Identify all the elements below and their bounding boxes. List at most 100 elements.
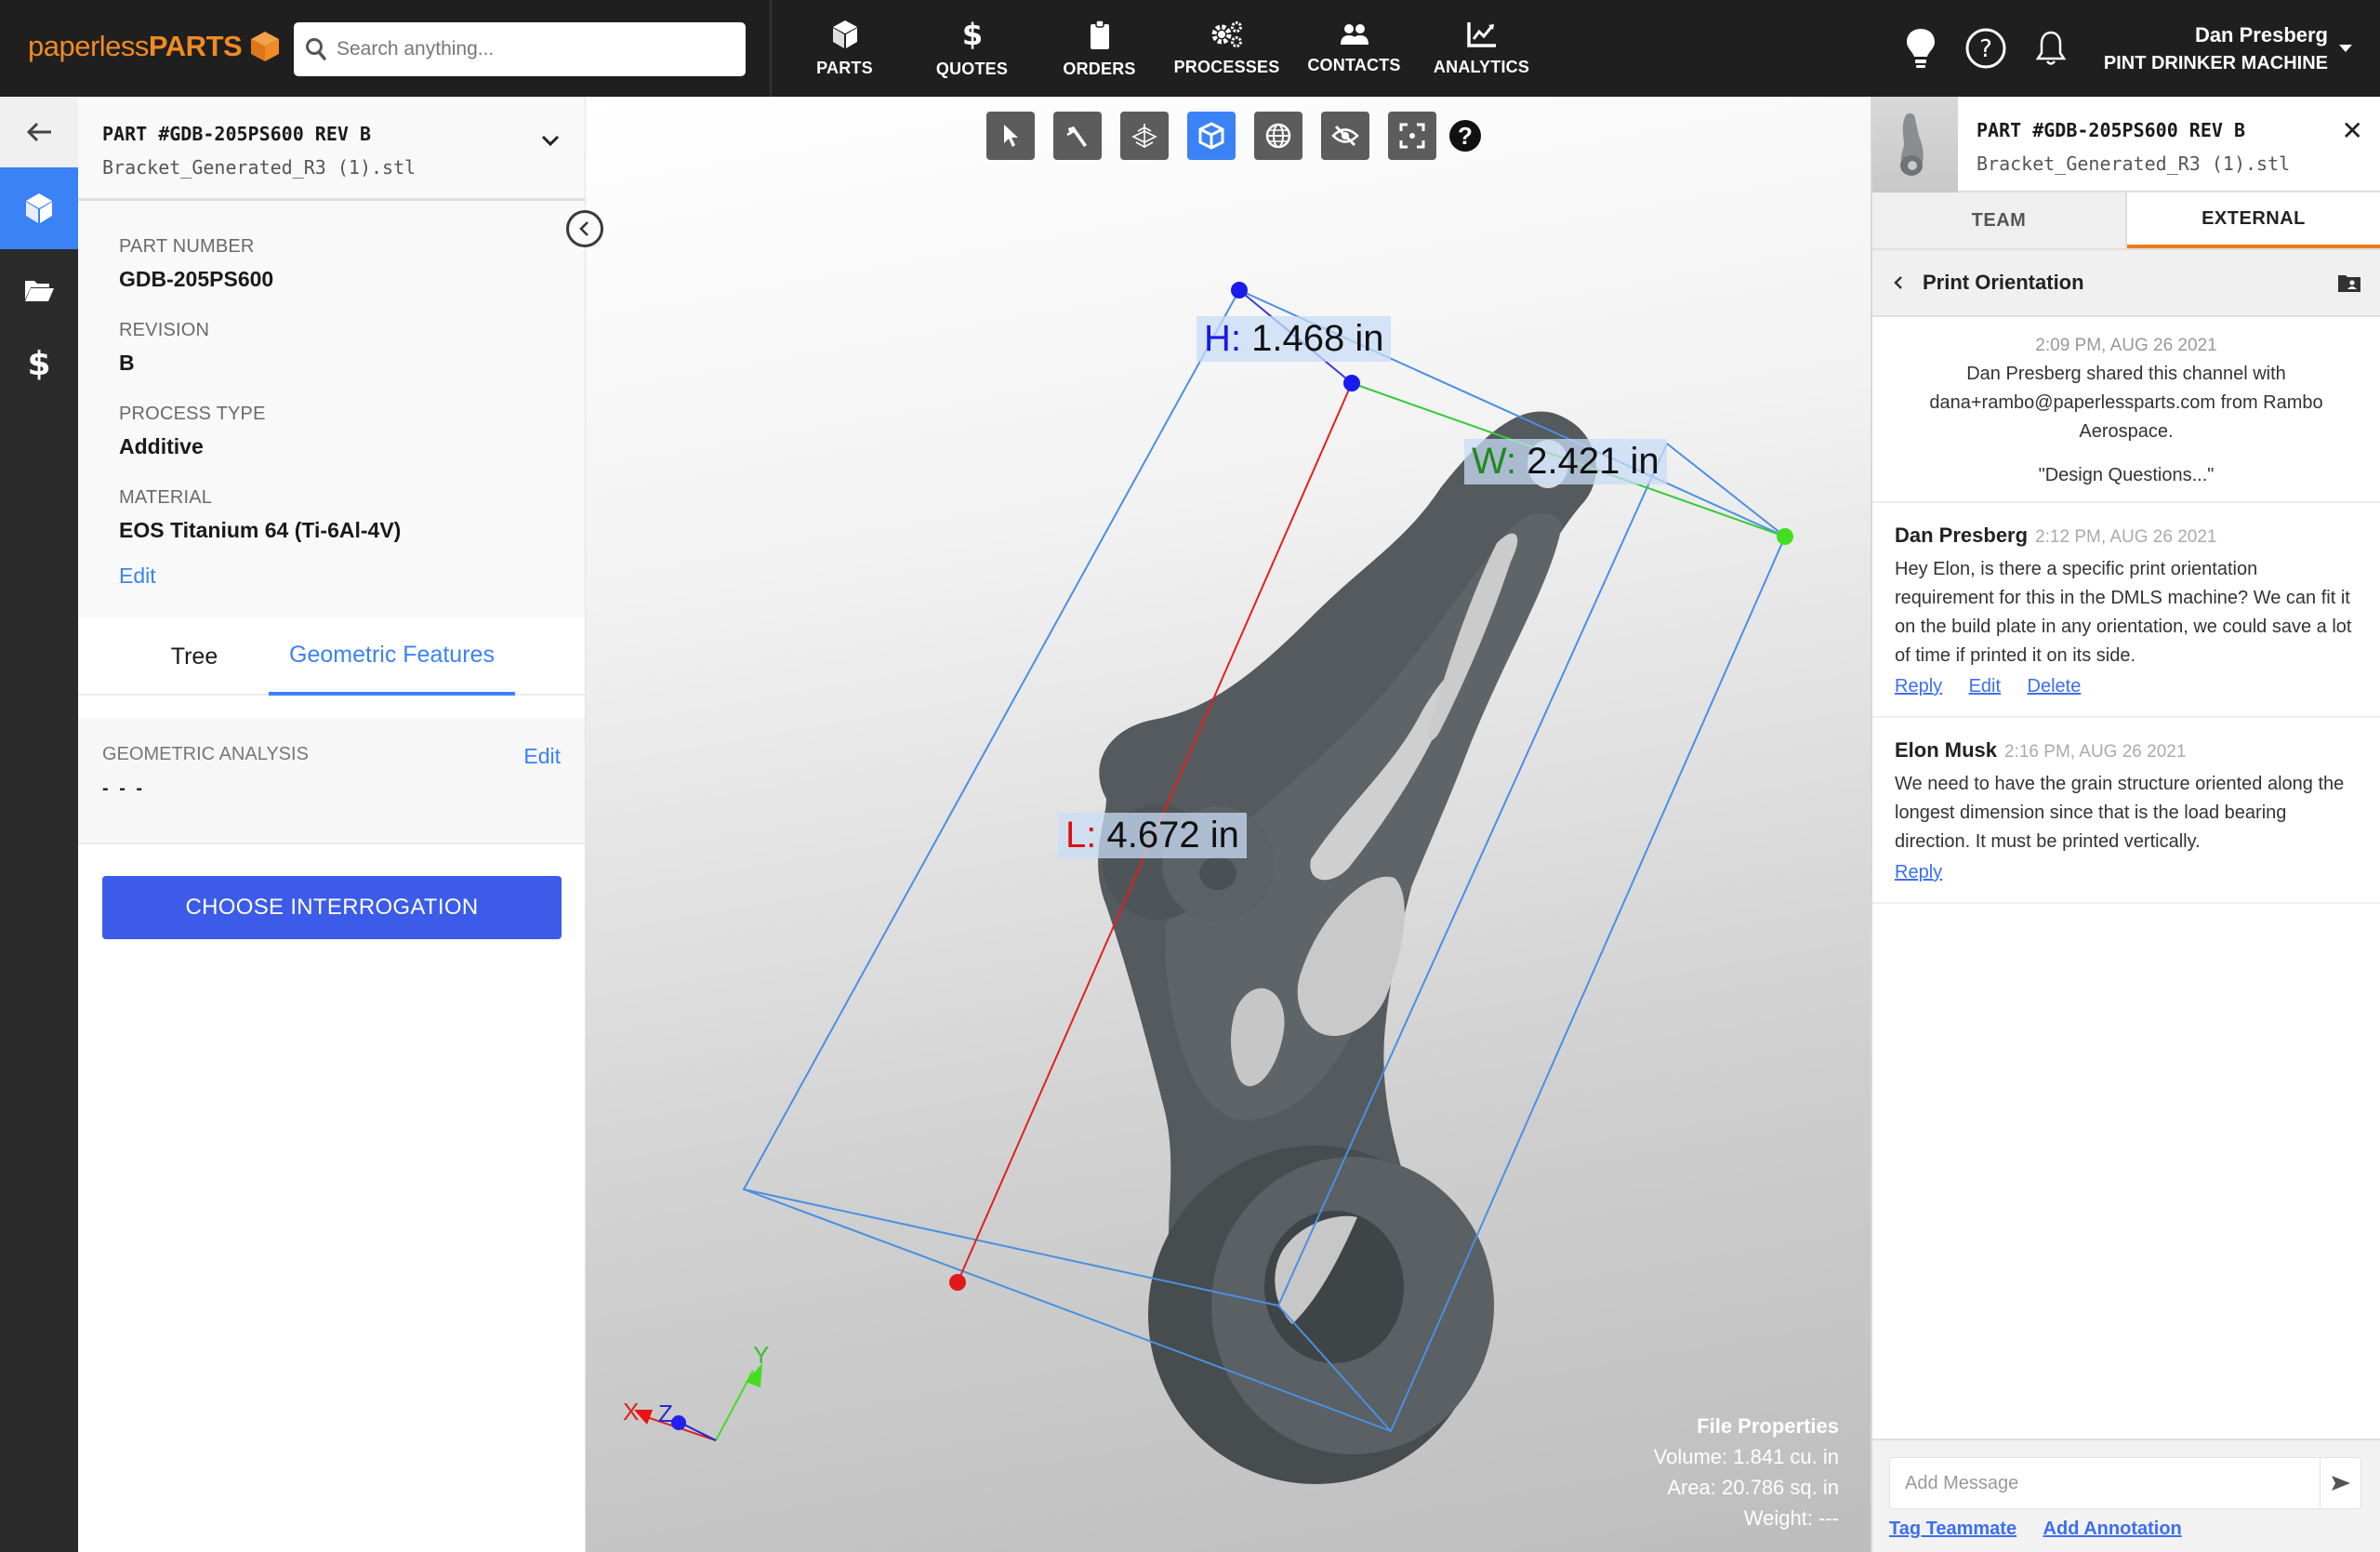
user-menu[interactable]: Dan Presberg PINT DRINKER MACHINE (2104, 23, 2328, 74)
svg-text:$: $ (28, 345, 50, 380)
nav-contacts[interactable]: CONTACTS (1290, 0, 1418, 97)
user-org: PINT DRINKER MACHINE (2103, 52, 2328, 73)
send-icon (2331, 1476, 2350, 1491)
nav-parts[interactable]: PARTS (781, 0, 908, 97)
nav-label: ORDERS (1063, 59, 1136, 78)
svg-text:?: ? (1979, 35, 1992, 63)
message-actions: Reply Edit Delete (1895, 676, 2358, 697)
dimension-value: 1.468 in (1251, 318, 1384, 359)
system-message-quote: "Design Questions..." (2038, 465, 2215, 485)
nav-analytics[interactable]: ANALYTICS (1418, 0, 1545, 97)
message: Elon Musk 2:16 PM, AUG 26 2021 We need to… (1872, 718, 2380, 904)
prop-value: GDB-205PS600 (119, 267, 274, 291)
notifications-button[interactable] (2018, 16, 2083, 81)
cube-icon (26, 193, 52, 223)
bracket-model (1098, 411, 1596, 1484)
delete-message-link[interactable]: Delete (2028, 676, 2082, 696)
reply-link[interactable]: Reply (1895, 676, 1942, 696)
prop-label: PART NUMBER (119, 236, 255, 257)
back-button[interactable] (0, 97, 78, 167)
file-volume: Volume: 1.841 cu. in (1653, 1445, 1839, 1468)
cube-icon (832, 20, 857, 48)
chevron-down-icon[interactable] (540, 134, 561, 147)
part-header[interactable]: PART #GDB-205PS600 REV B Bracket_Generat… (78, 97, 585, 201)
nav-processes[interactable]: PROCESSES (1163, 0, 1290, 97)
prop-label: REVISION (119, 320, 210, 340)
width-dimension-label: W: 2.421 in (1464, 439, 1667, 484)
reply-link[interactable]: Reply (1895, 862, 1942, 882)
part-details-panel: PART #GDB-205PS600 REV B Bracket_Generat… (78, 97, 586, 1552)
nav-label: ANALYTICS (1433, 57, 1530, 76)
add-annotation-link[interactable]: Add Annotation (2043, 1519, 2182, 1539)
part-thumbnail-image (1900, 113, 1924, 176)
message-author: Dan Presberg (1895, 524, 2029, 547)
corner-point[interactable] (1343, 375, 1360, 391)
chevron-left-icon[interactable] (1893, 274, 1904, 291)
rail-part-viewer[interactable] (0, 167, 78, 249)
file-area: Area: 20.786 sq. in (1667, 1476, 1839, 1499)
system-message: 2:09 PM, AUG 26 2021 Dan Presberg shared… (1872, 317, 2380, 503)
prop-value: Additive (119, 434, 204, 458)
message-author: Elon Musk (1895, 738, 1998, 762)
3d-viewer[interactable]: ? Y X Z H: 1.468 in W: 2.421 in L: 4.672… (586, 97, 1871, 1552)
file-properties-title: File Properties (1697, 1414, 1839, 1438)
tab-external[interactable]: EXTERNAL (2127, 192, 2380, 248)
top-navigation-bar: paperlessPARTS PARTS $ QUOTES ORDERS PRO… (0, 0, 2380, 97)
prop-material: MATERIAL EOS Titanium 64 (Ti-6Al-4V) (119, 487, 544, 543)
top-right-actions: ? Dan Presberg PINT DRINKER MACHINE (1888, 0, 2380, 97)
message: Dan Presberg 2:12 PM, AUG 26 2021 Hey Elo… (1872, 503, 2380, 718)
left-icon-rail: $ (0, 97, 78, 1552)
logo[interactable]: paperless PARTS (28, 30, 281, 63)
width-end-point[interactable] (1777, 528, 1793, 545)
caret-down-icon[interactable] (2339, 45, 2352, 52)
message-composer: Tag Teammate Add Annotation (1872, 1439, 2380, 1552)
length-dimension-label: L: 4.672 in (1058, 813, 1247, 858)
tab-team[interactable]: TEAM (1872, 192, 2127, 248)
collapse-panel-button[interactable] (566, 210, 603, 247)
rail-files[interactable] (0, 249, 78, 331)
send-button[interactable] (2320, 1458, 2360, 1508)
panel-file-name: Bracket_Generated_R3 (1).stl (1977, 153, 2291, 175)
dimension-prefix: H: (1204, 318, 1241, 359)
chart-icon (1466, 21, 1496, 47)
gears-icon (1211, 20, 1242, 47)
nav-orders[interactable]: ORDERS (1036, 0, 1163, 97)
help-circle-icon: ? (1965, 28, 2006, 69)
dimension-prefix: W: (1472, 441, 1517, 482)
message-timestamp: 2:12 PM, AUG 26 2021 (2035, 527, 2217, 547)
channel-title: Print Orientation (1923, 271, 2084, 294)
edit-geometric-analysis-link[interactable]: Edit (523, 744, 561, 769)
ideas-button[interactable] (1888, 16, 1953, 81)
dimension-prefix: L: (1065, 815, 1097, 856)
tag-teammate-link[interactable]: Tag Teammate (1889, 1519, 2016, 1539)
panel-part-header: PART #GDB-205PS600 REV B Bracket_Generat… (1872, 97, 2380, 192)
part-properties: PART NUMBER GDB-205PS600 REVISION B PROC… (78, 201, 585, 589)
help-button[interactable]: ? (1953, 16, 2018, 81)
dimension-value: 4.672 in (1106, 815, 1239, 856)
message-input-box (1889, 1457, 2361, 1509)
composer-links: Tag Teammate Add Annotation (1889, 1519, 2361, 1540)
clipboard-icon (1090, 19, 1109, 49)
tab-geometric-features[interactable]: Geometric Features (269, 617, 515, 696)
choose-interrogation-button[interactable]: CHOOSE INTERROGATION (102, 876, 562, 939)
rail-pricing[interactable]: $ (0, 322, 78, 404)
edit-part-link[interactable]: Edit (119, 564, 156, 589)
nav-quotes[interactable]: $ QUOTES (908, 0, 1036, 97)
shared-folder-icon[interactable] (2337, 272, 2361, 293)
message-input[interactable] (1890, 1458, 2320, 1508)
geometric-analysis-value: - - - (102, 778, 146, 799)
axis-z-label: Z (658, 1399, 673, 1427)
dollar-icon: $ (962, 19, 983, 50)
feature-tabs-section: Tree Geometric Features GEOMETRIC ANALYS… (78, 617, 585, 1552)
global-search[interactable] (294, 22, 746, 76)
nav-divider (770, 0, 772, 97)
main-nav: PARTS $ QUOTES ORDERS PROCESSES CONTACTS… (781, 0, 1545, 97)
edit-message-link[interactable]: Edit (1969, 676, 2001, 696)
length-end-point[interactable] (949, 1274, 966, 1291)
height-start-point[interactable] (1231, 282, 1248, 298)
prop-value: B (119, 351, 135, 375)
dollar-icon: $ (28, 345, 50, 380)
tab-tree[interactable]: Tree (134, 617, 255, 696)
close-icon[interactable]: ✕ (2342, 115, 2363, 146)
search-input[interactable] (337, 38, 727, 60)
